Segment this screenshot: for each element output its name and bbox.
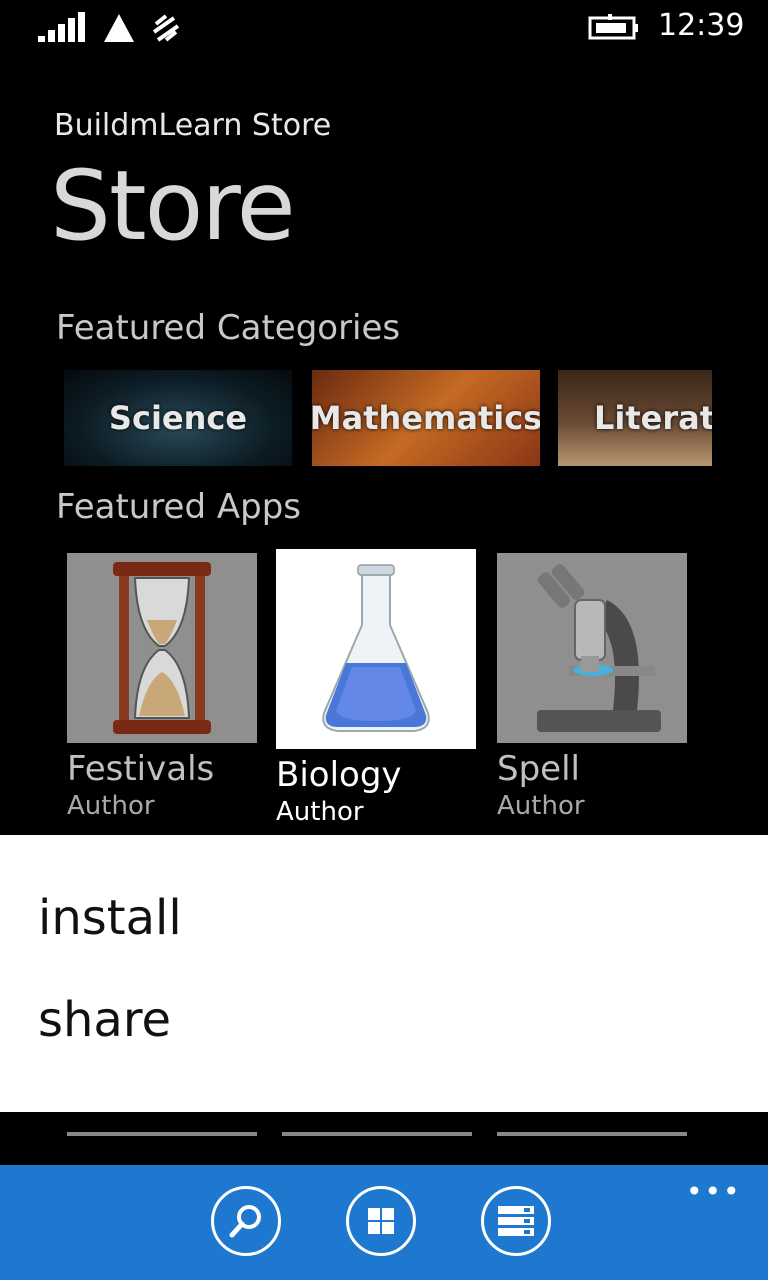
data-connection-icon — [152, 14, 180, 42]
app-bar: ••• — [0, 1165, 768, 1280]
page-title: Store — [50, 150, 296, 262]
status-bar: 12:39 — [0, 0, 768, 60]
divider — [67, 1132, 257, 1136]
roaming-icon — [104, 14, 134, 42]
category-label: Mathematics — [312, 399, 540, 437]
divider — [497, 1132, 687, 1136]
microscope-icon — [537, 564, 661, 732]
install-menu-item[interactable]: install — [38, 890, 182, 946]
app-name: Festivals — [67, 749, 215, 789]
search-button[interactable] — [211, 1186, 281, 1256]
category-label: Literatu — [594, 399, 712, 437]
app-tile-spell[interactable]: Spell Author — [497, 553, 687, 821]
list-icon — [498, 1206, 534, 1236]
share-menu-item[interactable]: share — [38, 992, 171, 1048]
app-name: Spell — [497, 749, 580, 789]
clock: 12:39 — [658, 8, 745, 43]
flask-icon — [322, 564, 430, 732]
app-tile-festivals[interactable]: Festivals Author — [67, 553, 257, 821]
app-author: Author — [67, 791, 155, 821]
search-icon — [229, 1205, 261, 1238]
battery-charging-icon — [588, 14, 638, 40]
more-options-button[interactable]: ••• — [686, 1175, 742, 1208]
categories-button[interactable] — [346, 1186, 416, 1256]
hourglass-icon — [113, 562, 211, 734]
app-thumbnail — [67, 553, 257, 743]
signal-strength-icon — [38, 12, 85, 42]
app-name: Biology — [276, 755, 402, 795]
app-thumbnail — [497, 553, 687, 743]
app-author: Author — [276, 797, 364, 827]
category-label: Science — [108, 399, 248, 437]
categories-icon — [368, 1208, 394, 1234]
featured-apps-heading: Featured Apps — [56, 487, 302, 527]
context-menu: install share — [0, 835, 768, 1112]
app-name: BuildmLearn Store — [54, 108, 332, 143]
featured-categories-heading: Featured Categories — [56, 308, 401, 348]
list-button[interactable] — [481, 1186, 551, 1256]
category-tile-literature[interactable]: Literatu — [558, 370, 712, 466]
category-tile-science[interactable]: Science — [64, 370, 292, 466]
divider — [282, 1132, 472, 1136]
app-author: Author — [497, 791, 585, 821]
app-thumbnail — [276, 549, 476, 749]
category-tile-mathematics[interactable]: Mathematics — [312, 370, 540, 466]
app-tile-biology[interactable]: Biology Author — [276, 549, 476, 827]
